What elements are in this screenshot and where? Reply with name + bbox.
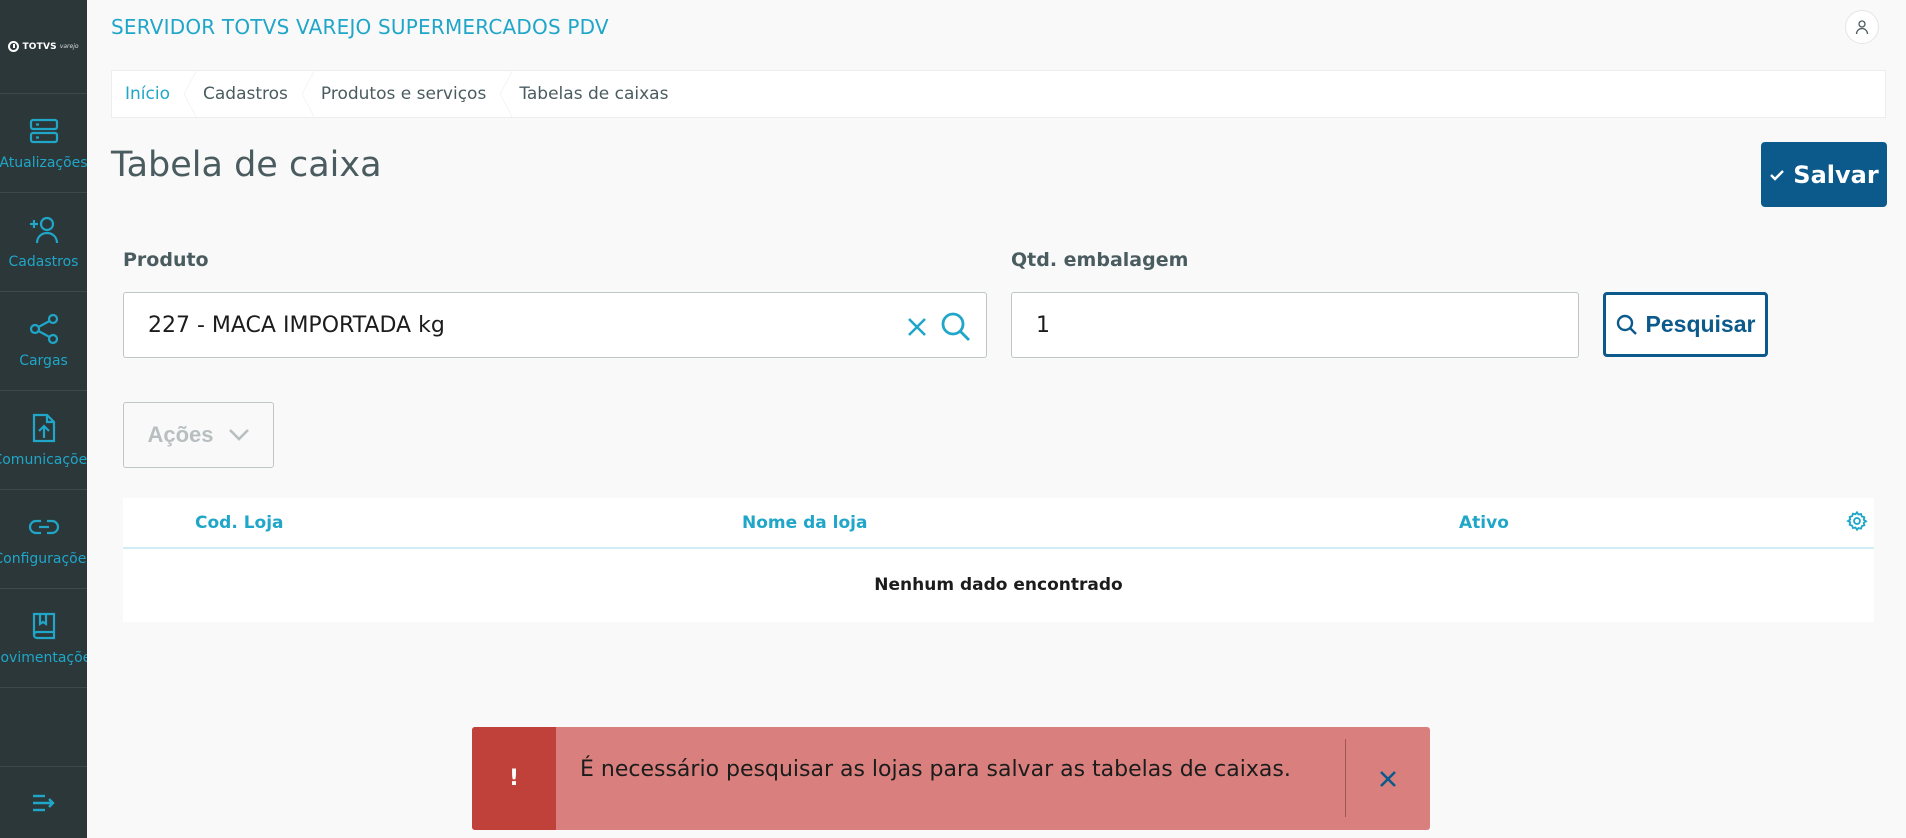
check-icon <box>1770 169 1785 181</box>
sidebar-toggle-button[interactable] <box>0 766 87 838</box>
sidebar-item-cargas[interactable]: Cargas <box>0 292 87 391</box>
breadcrumb: Início Cadastros Produtos e serviços Tab… <box>111 70 1886 118</box>
column-header-ativo[interactable]: Ativo <box>1459 513 1509 533</box>
totvs-logo-icon <box>8 41 20 52</box>
table-header: Cod. Loja Nome da loja Ativo <box>123 498 1874 549</box>
product-field[interactable]: 227 - MACA IMPORTADA kg <box>123 292 987 358</box>
chevron-down-icon <box>228 429 249 441</box>
sidebar-item-label: Cadastros <box>8 254 79 270</box>
toast-message: É necessário pesquisar as lojas para sal… <box>580 757 1291 782</box>
link-icon <box>28 519 59 535</box>
error-toast: ! É necessário pesquisar as lojas para s… <box>472 727 1430 830</box>
column-header-nome-loja[interactable]: Nome da loja <box>742 513 867 533</box>
save-button-label: Salvar <box>1793 160 1879 189</box>
close-icon <box>1380 770 1396 787</box>
qty-field-value: 1 <box>1036 312 1050 338</box>
search-button-label: Pesquisar <box>1645 311 1756 337</box>
save-button[interactable]: Salvar <box>1761 142 1887 207</box>
qty-field-label: Qtd. embalagem <box>1011 249 1189 271</box>
sidebar-item-label: Movimentações <box>0 650 87 666</box>
clear-icon[interactable] <box>906 316 928 338</box>
breadcrumb-item-current: Tabelas de caixas <box>519 84 669 104</box>
product-field-label: Produto <box>123 249 209 271</box>
sidebar-item-movimentacoes[interactable]: Movimentações <box>0 589 87 688</box>
stores-table: Cod. Loja Nome da loja Ativo Nenhum dado… <box>123 498 1874 622</box>
sidebar: TOTVS varejo Atualizações Cadastros Carg… <box>0 0 87 838</box>
product-field-value: 227 - MACA IMPORTADA kg <box>148 312 445 338</box>
sidebar-item-label: Configurações <box>0 551 87 567</box>
table-settings-button[interactable] <box>1846 510 1868 537</box>
server-icon <box>29 118 58 144</box>
menu-collapse-icon <box>32 794 55 811</box>
logo[interactable]: TOTVS varejo <box>0 0 87 94</box>
search-icon <box>1616 314 1637 335</box>
add-user-icon <box>29 216 58 244</box>
search-button[interactable]: Pesquisar <box>1603 292 1768 357</box>
user-avatar[interactable] <box>1845 10 1879 44</box>
sidebar-item-label: Cargas <box>19 353 68 369</box>
sidebar-item-cadastros[interactable]: Cadastros <box>0 193 87 292</box>
sidebar-item-configuracoes[interactable]: Configurações <box>0 490 87 589</box>
actions-dropdown[interactable]: Ações <box>123 402 274 468</box>
logo-subtext: varejo <box>59 43 79 50</box>
breadcrumb-item-inicio[interactable]: Início <box>112 71 196 117</box>
error-icon: ! <box>472 727 556 830</box>
logo-text: TOTVS <box>22 41 57 52</box>
error-icon-glyph: ! <box>508 766 520 791</box>
gear-icon <box>1846 510 1868 532</box>
page-title: Tabela de caixa <box>111 145 382 185</box>
table-empty-message: Nenhum dado encontrado <box>874 574 1123 595</box>
toast-close-button[interactable] <box>1346 727 1430 830</box>
file-upload-icon <box>32 413 55 443</box>
qty-field[interactable]: 1 <box>1011 292 1579 358</box>
search-icon[interactable] <box>940 311 972 343</box>
actions-dropdown-label: Ações <box>147 422 214 447</box>
app-title: SERVIDOR TOTVS VAREJO SUPERMERCADOS PDV <box>111 15 609 39</box>
sidebar-item-comunicacoes[interactable]: Comunicações <box>0 391 87 490</box>
breadcrumb-item-produtos[interactable]: Produtos e serviços <box>308 71 513 117</box>
book-icon <box>32 612 55 640</box>
share-icon <box>29 313 58 345</box>
column-header-cod-loja[interactable]: Cod. Loja <box>195 513 284 533</box>
sidebar-item-atualizacoes[interactable]: Atualizações <box>0 94 87 193</box>
sidebar-item-label: Comunicações <box>0 452 87 468</box>
sidebar-item-label: Atualizações <box>0 155 87 171</box>
breadcrumb-item-cadastros[interactable]: Cadastros <box>190 71 314 117</box>
user-icon <box>1855 20 1869 35</box>
